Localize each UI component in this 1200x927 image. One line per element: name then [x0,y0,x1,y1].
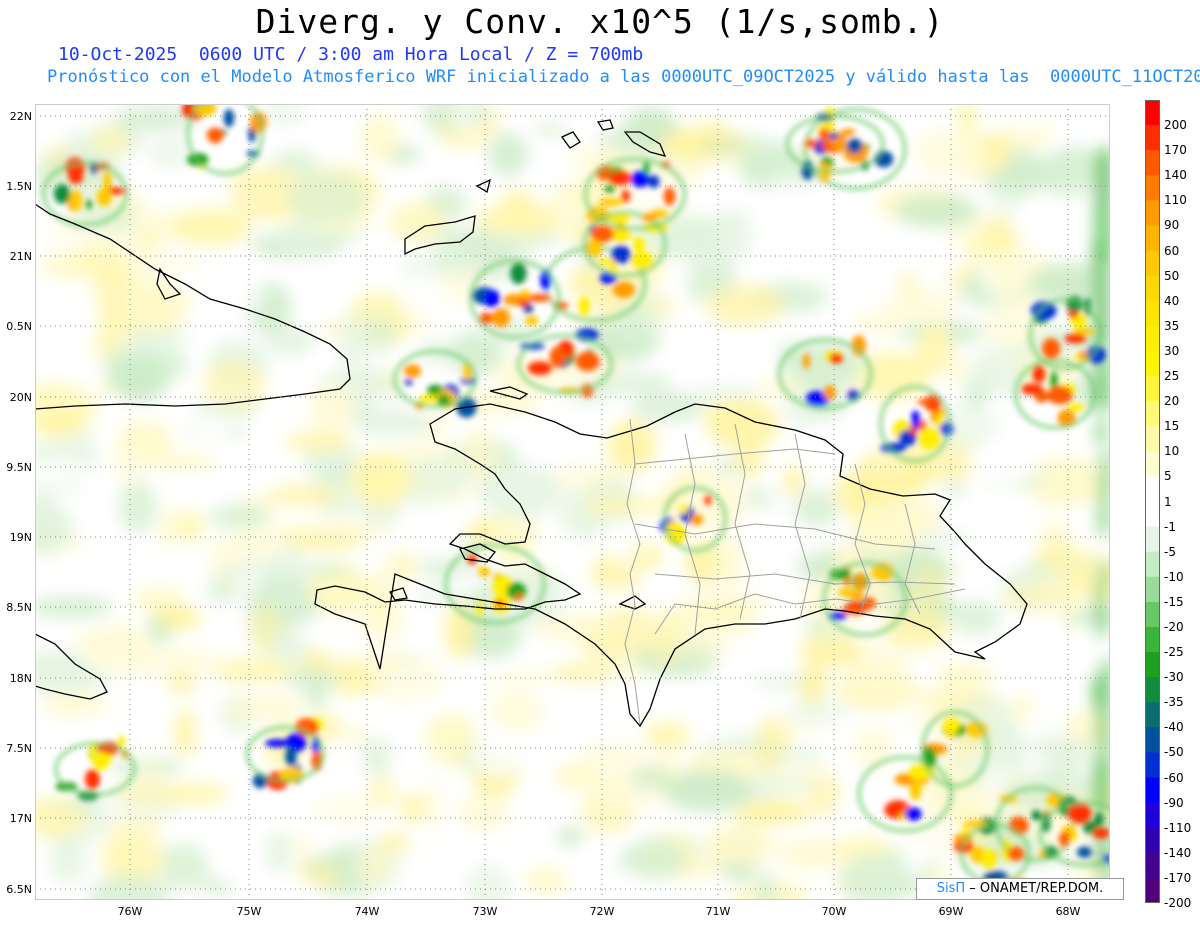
colorbar-swatch [1145,100,1160,126]
colorbar-swatch [1145,125,1160,151]
colorbar-swatch [1145,702,1160,728]
colorbar-swatch [1145,325,1160,352]
map-panel [35,104,1110,900]
colorbar-swatch [1145,376,1160,402]
lat-label: 0.5N [6,320,32,333]
colorbar-swatch [1145,526,1160,553]
lon-label: 74W [354,905,380,918]
credit-text: – ONAMET/REP.DOM. [969,881,1104,896]
colorbar-label: 40 [1164,293,1180,308]
colorbar-swatch [1145,727,1160,753]
colorbar-label: 170 [1164,143,1187,158]
colorbar-label: -1 [1164,519,1176,534]
colorbar-swatch [1145,652,1160,678]
colorbar-swatch [1145,426,1160,452]
colorbar [1145,100,1160,903]
colorbar-label: -5 [1164,544,1176,559]
lat-label: 7.5N [6,742,32,755]
colorbar-swatch [1145,551,1160,578]
colorbar-label: -35 [1164,695,1184,710]
colorbar-swatch [1145,401,1160,427]
colorbar-label: -15 [1164,594,1184,609]
colorbar-label: 10 [1164,444,1180,459]
colorbar-label: 30 [1164,343,1180,358]
colorbar-label: -50 [1164,745,1184,760]
colorbar-swatch [1145,677,1160,703]
chart-title: Diverg. y Conv. x10^5 (1/s,somb.) [255,2,945,41]
colorbar-label: -110 [1164,820,1192,835]
colorbar-label: 200 [1164,118,1187,133]
lat-label: 19N [9,531,32,544]
colorbar-label: 60 [1164,243,1180,258]
lat-label: 1.5N [6,180,32,193]
colorbar-swatch [1145,777,1160,804]
colorbar-swatch [1145,225,1160,252]
colorbar-swatch [1145,852,1160,879]
valid-time-line: 10-Oct-2025 0600 UTC / 3:00 am Hora Loca… [58,44,644,65]
colorbar-swatch [1145,877,1160,903]
colorbar-label: -60 [1164,770,1184,785]
lat-label: 9.5N [6,461,32,474]
colorbar-label: -140 [1164,845,1192,860]
model-info-line: Pronóstico con el Modelo Atmosferico WRF… [47,67,1200,87]
colorbar-label: -40 [1164,720,1184,735]
colorbar-swatch [1145,200,1160,226]
colorbar-label: -30 [1164,670,1184,685]
lat-label: 22N [9,110,32,123]
colorbar-label: 110 [1164,193,1187,208]
colorbar-label: -200 [1164,896,1192,910]
colorbar-swatch [1145,476,1160,502]
colorbar-swatch [1145,501,1160,528]
colorbar-label: -10 [1164,569,1184,584]
colorbar-label: 140 [1164,168,1187,183]
colorbar-swatch [1145,250,1160,277]
colorbar-swatch [1145,150,1160,176]
colorbar-label: 35 [1164,318,1180,333]
colorbar-swatch [1145,827,1160,854]
lon-label: 71W [705,905,731,918]
colorbar-swatch [1145,350,1160,377]
colorbar-swatch [1145,626,1160,653]
colorbar-label: 25 [1164,369,1180,384]
credit-box: SisΠ – ONAMET/REP.DOM. [916,878,1124,900]
colorbar-label: 15 [1164,419,1180,434]
lat-label: 20N [9,391,32,404]
colorbar-label: -20 [1164,619,1184,634]
lat-label: 8.5N [6,601,32,614]
colorbar-label: -25 [1164,645,1184,660]
colorbar-swatch [1145,300,1160,327]
colorbar-label: 20 [1164,394,1180,409]
lat-label: 17N [9,812,32,825]
colorbar-label: -90 [1164,795,1184,810]
lat-label: 21N [9,250,32,263]
colorbar-label: -170 [1164,870,1192,885]
sispi-logo: SisΠ [936,881,966,896]
colorbar-swatch [1145,601,1160,628]
lon-label: 70W [821,905,847,918]
lon-label: 75W [236,905,262,918]
lon-label: 72W [589,905,615,918]
colorbar-swatch [1145,451,1160,477]
colorbar-label: 90 [1164,218,1180,233]
lon-label: 76W [117,905,143,918]
colorbar-swatch [1145,752,1160,779]
colorbar-label: 1 [1164,494,1172,509]
colorbar-swatch [1145,802,1160,829]
lon-label: 73W [472,905,498,918]
colorbar-label: 50 [1164,268,1180,283]
lat-label: 18N [9,672,32,685]
lat-label: 6.5N [6,883,32,896]
colorbar-swatch [1145,576,1160,603]
lon-label: 68W [1055,905,1081,918]
colorbar-swatch [1145,175,1160,201]
colorbar-swatch [1145,275,1160,302]
lon-label: 69W [938,905,964,918]
colorbar-label: 5 [1164,469,1172,484]
